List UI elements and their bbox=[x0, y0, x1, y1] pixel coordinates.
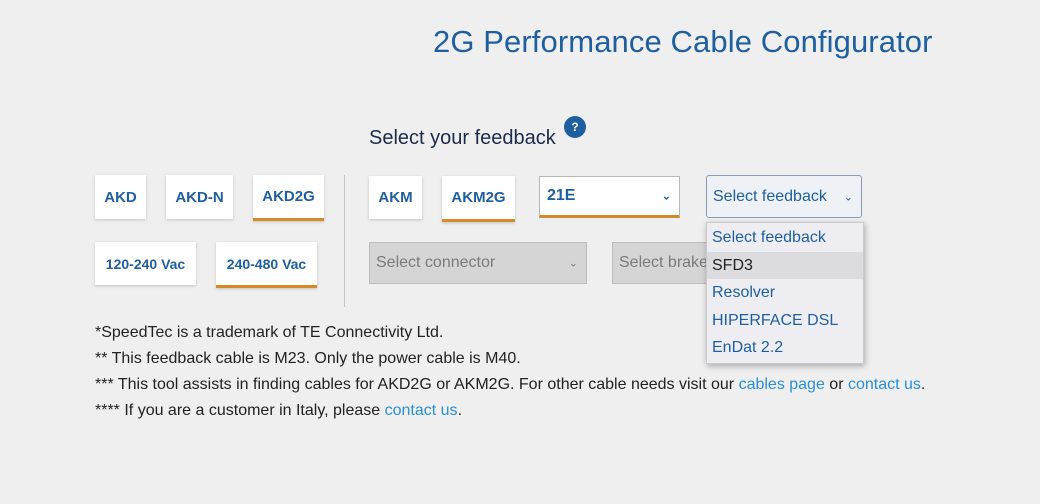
italy-note: **** If you are a customer in Italy, ple… bbox=[95, 398, 925, 424]
feedback-option[interactable]: Resolver bbox=[707, 279, 863, 307]
contact-us-link[interactable]: contact us bbox=[848, 376, 921, 393]
feedback-heading: Select your feedback bbox=[369, 127, 556, 149]
italy-note-end: . bbox=[457, 402, 463, 419]
connector-select[interactable]: Select connector ⌄ bbox=[369, 242, 587, 284]
configurator-page: 2G Performance Cable Configurator Select… bbox=[0, 0, 1040, 504]
feedback-option[interactable]: SFD3 bbox=[707, 251, 863, 280]
brake-select[interactable]: Select brake bbox=[612, 242, 712, 284]
chevron-down-icon: ⌄ bbox=[568, 257, 578, 270]
drive-akd-n-button[interactable]: AKD-N bbox=[166, 175, 233, 219]
chevron-down-icon: ⌄ bbox=[661, 190, 671, 203]
feedback-option[interactable]: Select feedback bbox=[707, 224, 863, 252]
voltage-120-240-button[interactable]: 120-240 Vac bbox=[95, 242, 196, 285]
motor-model-select[interactable]: 21E ⌄ bbox=[539, 176, 680, 218]
tool-note: *** This tool assists in finding cables … bbox=[95, 372, 925, 398]
brake-select-value: Select brake bbox=[619, 254, 708, 271]
section-divider bbox=[344, 175, 345, 307]
tool-note-or: or bbox=[824, 376, 848, 393]
tool-note-text: *** This tool assists in finding cables … bbox=[95, 376, 739, 393]
tool-note-end: . bbox=[920, 376, 926, 393]
cables-page-link[interactable]: cables page bbox=[739, 376, 825, 393]
drive-akd2g-button[interactable]: AKD2G bbox=[253, 175, 324, 221]
voltage-240-480-button[interactable]: 240-480 Vac bbox=[216, 242, 317, 288]
motor-akm-button[interactable]: AKM bbox=[369, 176, 422, 219]
italy-note-text: **** If you are a customer in Italy, ple… bbox=[95, 402, 385, 419]
chevron-down-icon: ⌄ bbox=[843, 191, 853, 203]
italy-contact-link[interactable]: contact us bbox=[385, 402, 458, 419]
connector-select-value: Select connector bbox=[376, 254, 496, 271]
footnotes: *SpeedTec is a trademark of TE Connectiv… bbox=[95, 320, 925, 424]
cable-note: ** This feedback cable is M23. Only the … bbox=[95, 350, 521, 367]
trademark-note: *SpeedTec is a trademark of TE Connectiv… bbox=[95, 324, 444, 341]
drive-akd-button[interactable]: AKD bbox=[95, 175, 146, 219]
feedback-select-value: Select feedback bbox=[713, 187, 827, 205]
motor-model-value: 21E bbox=[547, 187, 576, 204]
help-icon[interactable]: ? bbox=[564, 116, 586, 138]
feedback-select[interactable]: Select feedback ⌄ bbox=[706, 175, 862, 218]
page-title: 2G Performance Cable Configurator bbox=[433, 24, 933, 59]
motor-akm2g-button[interactable]: AKM2G bbox=[442, 176, 515, 222]
